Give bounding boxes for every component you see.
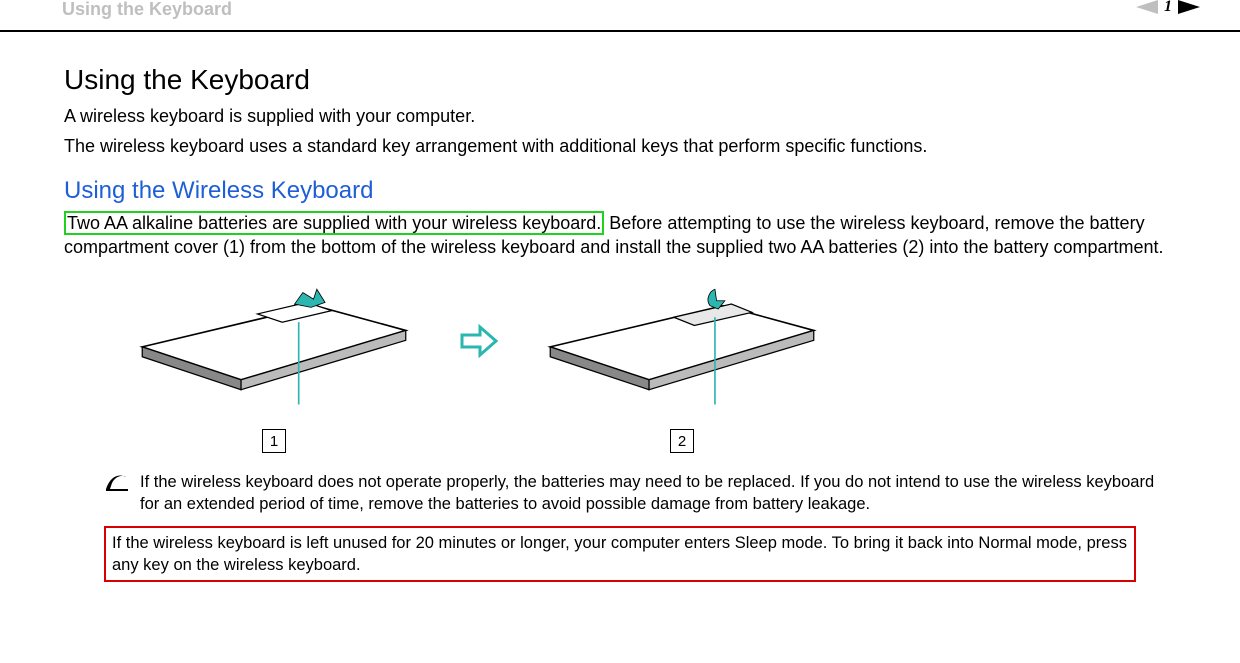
note-icon — [104, 471, 130, 498]
next-page-icon[interactable] — [1178, 0, 1200, 14]
subsection-title: Using the Wireless Keyboard — [64, 177, 1176, 205]
figure-callout-2: 2 — [670, 429, 694, 453]
warning-box-red: If the wireless keyboard is left unused … — [104, 526, 1136, 583]
running-header-title: Using the Keyboard — [62, 0, 232, 18]
keyboard-step2-illustration — [512, 281, 852, 421]
step-arrow-icon — [458, 321, 498, 361]
warning-text: If the wireless keyboard is left unused … — [112, 532, 1128, 577]
intro-paragraph-2: The wireless keyboard uses a standard ke… — [64, 134, 1176, 158]
intro-paragraph-1: A wireless keyboard is supplied with you… — [64, 104, 1176, 128]
page-number: 1 — [1164, 0, 1172, 16]
note-block: If the wireless keyboard does not operat… — [104, 471, 1176, 516]
keyboard-step1-illustration — [104, 281, 444, 421]
highlighted-sentence-green: Two AA alkaline batteries are supplied w… — [64, 211, 604, 235]
prev-page-icon[interactable] — [1136, 0, 1158, 14]
note-text: If the wireless keyboard does not operat… — [140, 471, 1156, 516]
page-nav: 1 — [1136, 0, 1200, 16]
figure-callout-1: 1 — [262, 429, 286, 453]
battery-paragraph: Two AA alkaline batteries are supplied w… — [64, 211, 1176, 260]
section-title: Using the Keyboard — [64, 64, 1176, 96]
battery-install-figure: 1 2 — [104, 281, 1176, 453]
